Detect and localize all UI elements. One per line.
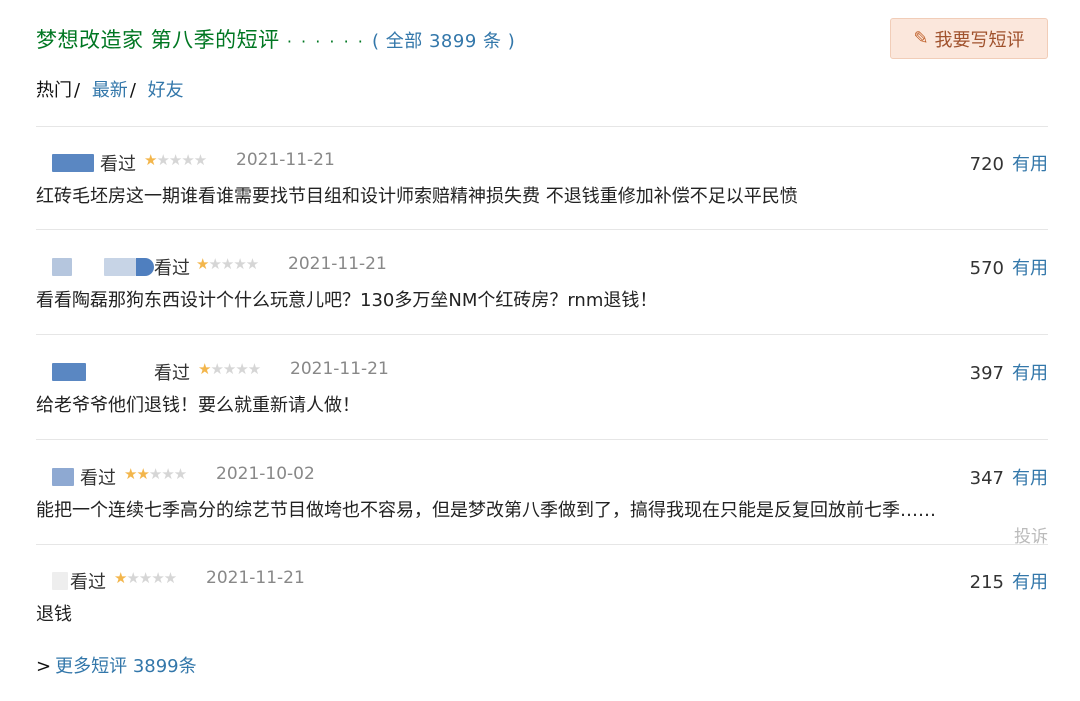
useful-button[interactable]: 有用: [1012, 363, 1048, 384]
item-divider: [36, 544, 1048, 545]
rating-stars: ★★★★★: [114, 569, 177, 587]
star-icon: ★: [144, 151, 157, 169]
comment-date: 2021-11-21: [206, 568, 305, 588]
tab-hot[interactable]: 热门: [36, 80, 72, 101]
star-icon: ★: [198, 360, 211, 378]
user-name-blur: [104, 258, 136, 276]
rating-stars: ★★★★★: [124, 465, 187, 483]
tab-friends[interactable]: 好友: [148, 80, 184, 101]
vote-area: 347 有用: [970, 464, 1048, 490]
comment-date: 2021-11-21: [236, 150, 335, 170]
rating-stars: ★★★★★: [196, 255, 259, 273]
star-icon: ★★: [124, 465, 150, 483]
vote-count: 570: [969, 258, 1004, 279]
title-dots: · · · · · ·: [286, 32, 365, 51]
comment-item: 看过 ★★★★★ 2021-10-02 347 有用 能把一个连续七季高分的综艺节…: [36, 464, 1048, 547]
comment-text: 能把一个连续七季高分的综艺节目做垮也不容易，但是梦改第八季做到了，搞得我现在只能…: [36, 500, 936, 521]
vote-area: 570 有用: [970, 254, 1048, 280]
list-top-divider: [36, 126, 1048, 127]
user-avatar[interactable]: [52, 258, 72, 276]
useful-button[interactable]: 有用: [1012, 154, 1048, 175]
comment-date: 2021-10-02: [216, 464, 315, 484]
item-divider: [36, 229, 1048, 230]
watch-status: 看过: [154, 363, 190, 384]
comments-header: 梦想改造家 第八季的短评 · · · · · · ( 全部 3899 条 ) ✎…: [36, 18, 1048, 64]
more-comments: > 更多短评 3899条: [36, 652, 197, 678]
comment-text: 看看陶磊那狗东西设计个什么玩意儿吧？130多万垒NM个红砖房？rnm退钱！: [36, 290, 658, 311]
vote-count: 397: [969, 363, 1004, 384]
more-comments-link[interactable]: 更多短评 3899条: [55, 656, 197, 677]
vote-count: 215: [969, 572, 1004, 593]
star-icon: ★: [114, 569, 127, 587]
comment-item: 看过 ★★★★★ 2021-11-21 720 有用 红砖毛坯房这一期谁看谁需要找…: [36, 150, 1048, 230]
comment-date: 2021-11-21: [290, 359, 389, 379]
useful-button[interactable]: 有用: [1012, 572, 1048, 593]
write-comment-button[interactable]: ✎ 我要写短评: [890, 18, 1048, 59]
watch-status: 看过: [80, 468, 116, 489]
all-comments-link[interactable]: ( 全部 3899 条 ): [372, 31, 515, 52]
useful-button[interactable]: 有用: [1012, 468, 1048, 489]
star-empty-icon: ★★★★: [210, 360, 261, 378]
item-divider: [36, 439, 1048, 440]
watch-status: 看过: [154, 258, 190, 279]
pencil-icon: ✎: [913, 28, 929, 49]
watch-status: 看过: [100, 154, 136, 175]
vote-area: 215 有用: [970, 568, 1048, 594]
vote-count: 720: [969, 154, 1004, 175]
comment-date: 2021-11-21: [288, 254, 387, 274]
sort-tabs: 热门 / 最新 / 好友: [36, 76, 184, 102]
vote-area: 720 有用: [970, 150, 1048, 176]
rating-stars: ★★★★★: [198, 360, 261, 378]
watch-status: 看过: [70, 572, 106, 593]
star-icon: ★: [196, 255, 209, 273]
rating-stars: ★★★★★: [144, 151, 207, 169]
comment-text: 给老爷爷他们退钱！要么就重新请人做！: [36, 395, 360, 416]
user-avatar[interactable]: [52, 363, 86, 381]
comment-text: 退钱: [36, 604, 72, 625]
useful-button[interactable]: 有用: [1012, 258, 1048, 279]
comment-item: 看过 ★★★★★ 2021-11-21 397 有用 给老爷爷他们退钱！要么就重新…: [36, 359, 1048, 440]
chevron-right-icon: >: [36, 656, 52, 677]
tab-separator: /: [74, 80, 81, 101]
star-empty-icon: ★★★★: [208, 255, 259, 273]
section-title: 梦想改造家 第八季的短评 · · · · · · ( 全部 3899 条 ): [36, 24, 515, 54]
title-text: 梦想改造家 第八季的短评: [36, 28, 280, 52]
comment-item: 看过 ★★★★★ 2021-11-21 215 有用 退钱: [36, 568, 1048, 632]
item-divider: [36, 334, 1048, 335]
tab-latest[interactable]: 最新: [92, 80, 128, 101]
vote-count: 347: [969, 468, 1004, 489]
comment-item: 看过 ★★★★★ 2021-11-21 570 有用 看看陶磊那狗东西设计个什么玩…: [36, 254, 1048, 335]
user-name-blur: [136, 258, 154, 276]
tab-separator: /: [129, 80, 136, 101]
comment-text: 红砖毛坯房这一期谁看谁需要找节目组和设计师索赔精神损失费 不退钱重修加补偿不足以…: [36, 186, 798, 207]
star-empty-icon: ★★★★: [156, 151, 207, 169]
write-comment-label: 我要写短评: [934, 29, 1025, 51]
user-avatar[interactable]: [52, 572, 68, 590]
user-avatar[interactable]: [52, 154, 94, 172]
vote-area: 397 有用: [970, 359, 1048, 385]
star-empty-icon: ★★★★: [126, 569, 177, 587]
star-empty-icon: ★★★: [148, 465, 187, 483]
user-avatar[interactable]: [52, 468, 74, 486]
